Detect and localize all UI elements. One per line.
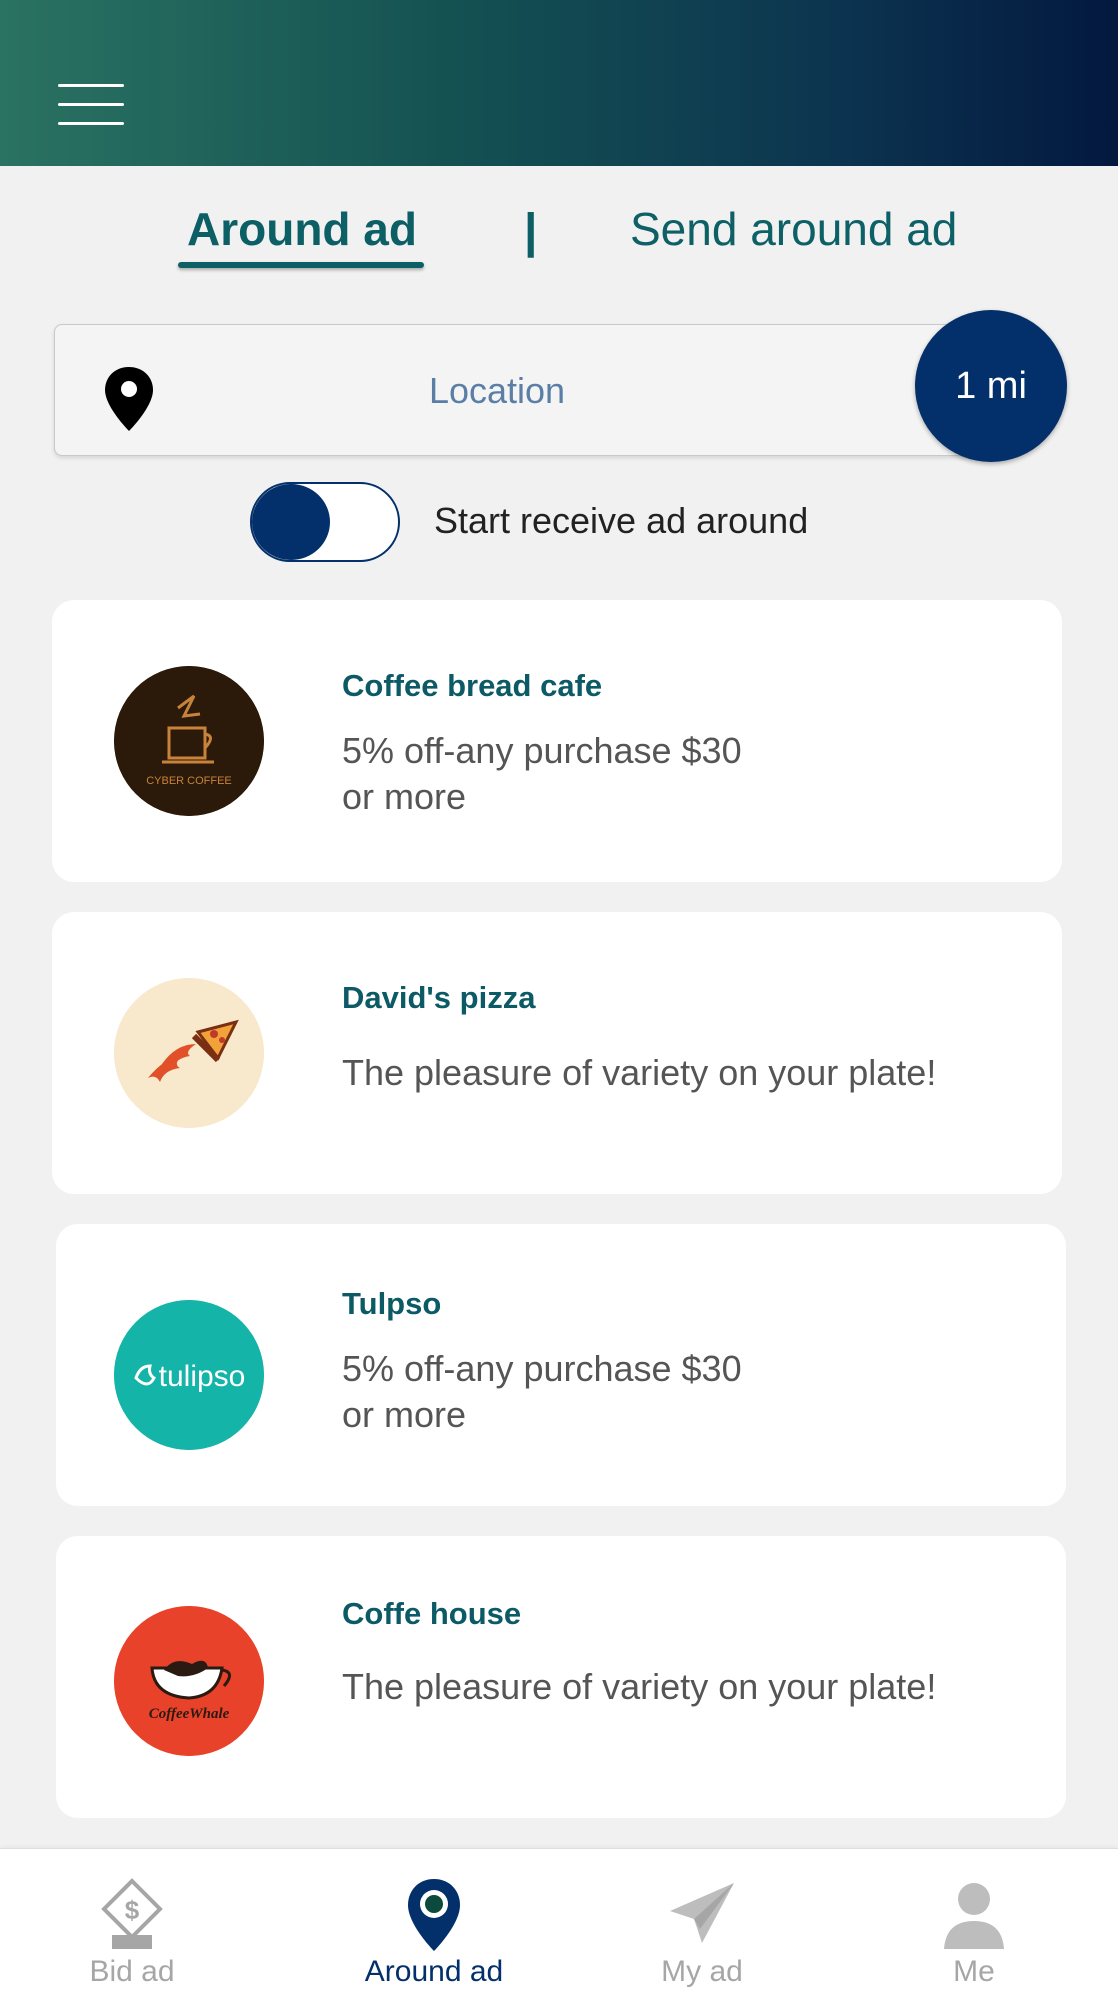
ad-description: The pleasure of variety on your plate! (342, 1666, 937, 1707)
paper-plane-icon (670, 1883, 734, 1943)
tulip-icon: tulipso (114, 1300, 264, 1450)
ad-card[interactable]: CYBER COFFEE Coffee bread cafe 5% off-an… (52, 600, 1062, 882)
ad-title: David's pizza (342, 980, 536, 1015)
nav-around-ad[interactable]: Around ad (334, 1849, 534, 2000)
ad-title: Tulpso (342, 1286, 442, 1321)
nav-label: Me (953, 1955, 995, 1988)
radius-button[interactable]: 1 mi (915, 310, 1067, 462)
cyber-coffee-logo: CYBER COFFEE (114, 666, 264, 816)
svg-text:tulipso: tulipso (159, 1360, 246, 1393)
location-input[interactable] (285, 355, 709, 427)
coffee-whale-icon: CoffeeWhale (114, 1606, 264, 1756)
ad-card[interactable]: David's pizza The pleasure of variety on… (52, 912, 1062, 1194)
svg-text:$: $ (125, 1895, 140, 1925)
tab-around-ad[interactable]: Around ad (180, 202, 424, 256)
svg-text:CYBER COFFEE: CYBER COFFEE (146, 775, 232, 787)
nav-bid-ad[interactable]: $ Bid ad (32, 1849, 232, 2000)
toggle-knob (252, 484, 330, 560)
ad-title: Coffee bread cafe (342, 668, 603, 703)
location-field-container (54, 324, 986, 456)
pizza-logo (114, 978, 264, 1128)
receive-ad-toggle[interactable] (250, 482, 400, 562)
nav-label: My ad (661, 1955, 743, 1988)
receive-ad-toggle-label: Start receive ad around (434, 500, 809, 541)
nav-me[interactable]: Me (874, 1849, 1074, 2000)
nav-my-ad[interactable]: My ad (602, 1849, 802, 2000)
nav-label: Bid ad (89, 1955, 175, 1988)
hamburger-menu-icon[interactable] (58, 84, 124, 128)
ad-card[interactable]: tulipso Tulpso 5% off-any purchase $30 o… (56, 1224, 1066, 1506)
ad-description: 5% off-any purchase $30 or more (342, 1348, 742, 1435)
tab-separator: | (524, 205, 538, 258)
tab-bar: Around ad | Send around ad (0, 166, 1118, 296)
location-pin-icon (408, 1879, 460, 1951)
ad-description: 5% off-any purchase $30 or more (342, 730, 742, 817)
app-header (0, 0, 1118, 166)
user-icon (944, 1883, 1004, 1949)
nav-label: Around ad (364, 1955, 504, 1988)
ad-description: The pleasure of variety on your plate! (342, 1052, 937, 1093)
ad-card[interactable]: CoffeeWhale Coffe house The pleasure of … (56, 1536, 1066, 1818)
bottom-navigation: $ Bid ad Around ad My ad Me (0, 1848, 1118, 2000)
pizza-slice-icon (114, 978, 264, 1128)
location-pin-icon (105, 367, 153, 431)
coffee-whale-logo: CoffeeWhale (114, 1606, 264, 1756)
svg-text:CoffeeWhale: CoffeeWhale (149, 1706, 230, 1722)
tulipso-logo: tulipso (114, 1300, 264, 1450)
coffee-cup-icon: CYBER COFFEE (114, 666, 264, 816)
active-tab-underline (178, 262, 424, 268)
bid-ad-icon: $ (101, 1878, 163, 1949)
ad-title: Coffe house (342, 1596, 522, 1631)
tab-send-around-ad[interactable]: Send around ad (630, 202, 957, 256)
